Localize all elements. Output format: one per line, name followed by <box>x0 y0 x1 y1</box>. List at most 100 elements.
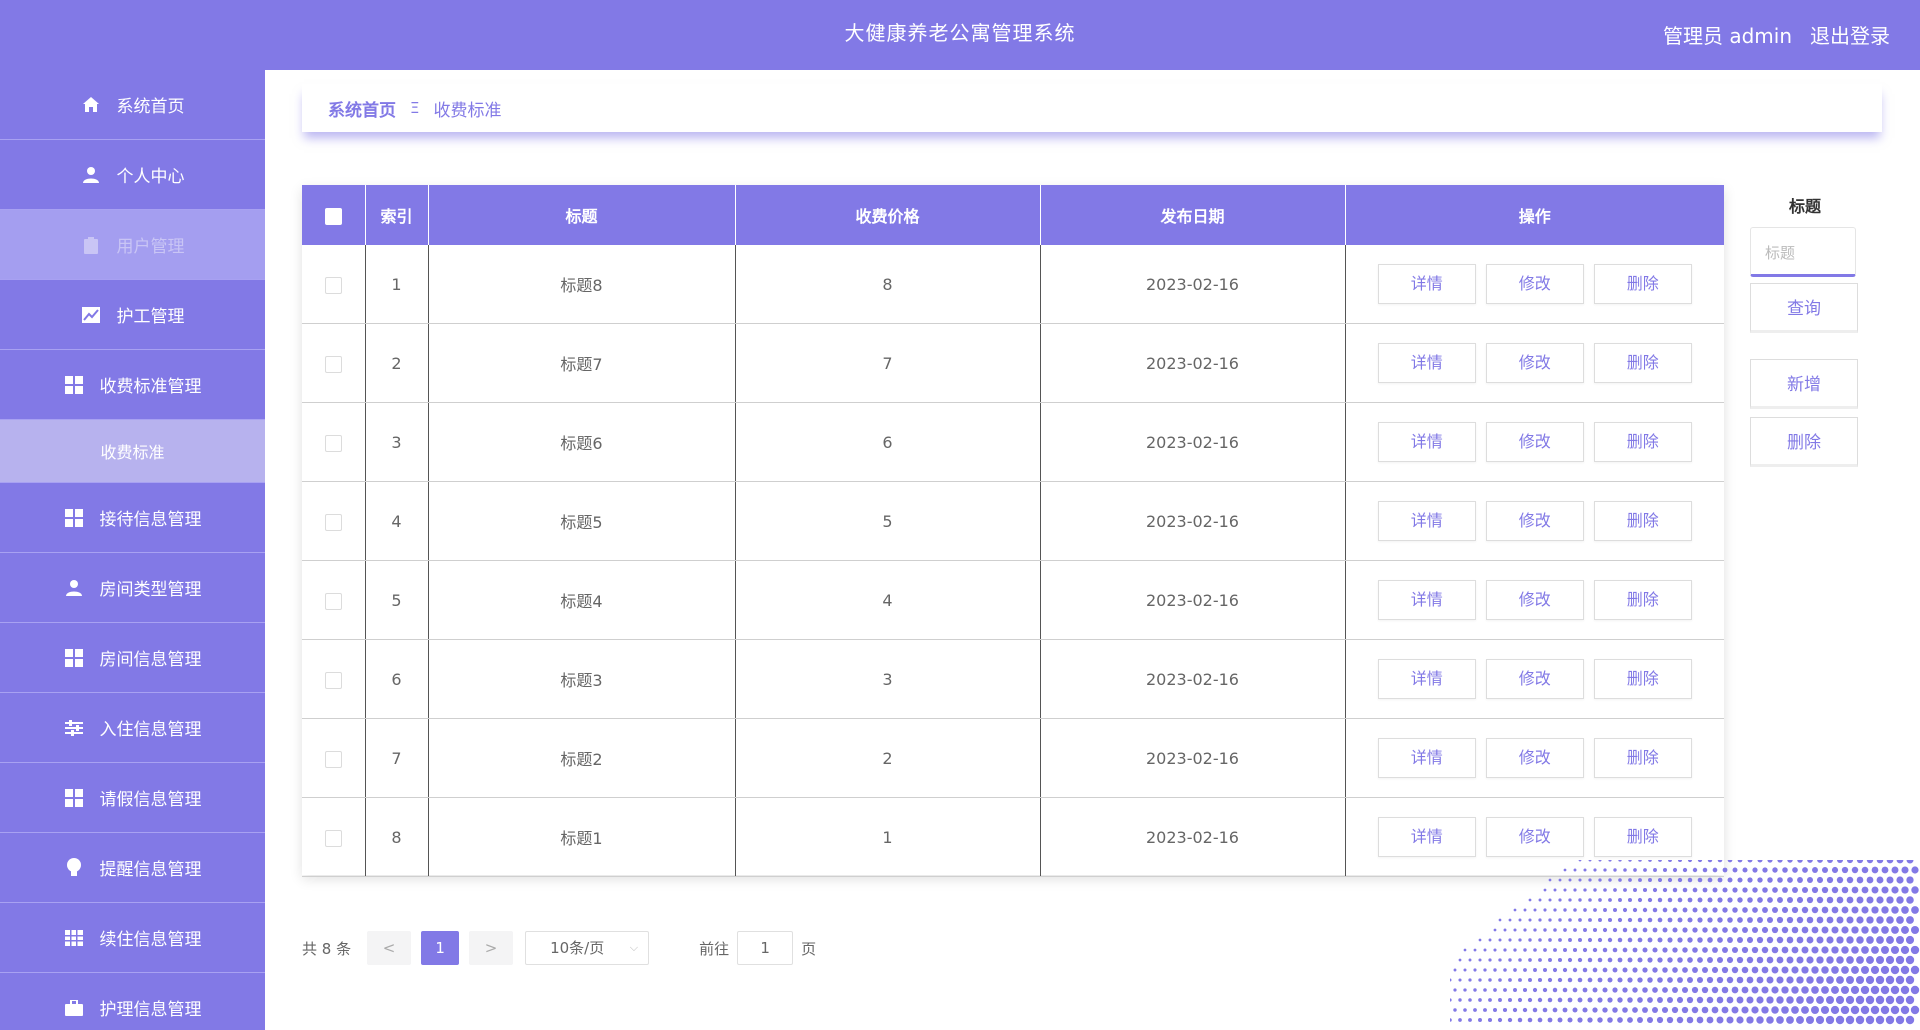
halftone-dot <box>1811 986 1819 994</box>
halftone-dot <box>1727 917 1733 923</box>
sidebar: 系统首页 个人中心 用户管理 护工管理 收费标准管理 收费标准 接待信息管理 房… <box>0 70 265 1030</box>
halftone-dot <box>1672 947 1678 953</box>
sidebar-item-profile[interactable]: 个人中心 <box>0 140 265 210</box>
row-select-cell[interactable] <box>302 245 366 324</box>
halftone-dot <box>1717 937 1723 943</box>
row-checkbox[interactable] <box>324 276 342 294</box>
halftone-dot <box>1577 1017 1583 1023</box>
edit-button[interactable]: 修改 <box>1485 659 1584 699</box>
select-all-cell[interactable] <box>302 185 366 245</box>
detail-button[interactable]: 详情 <box>1377 343 1476 383</box>
edit-button[interactable]: 修改 <box>1485 738 1584 778</box>
detail-button[interactable]: 详情 <box>1377 580 1476 620</box>
edit-button[interactable]: 修改 <box>1485 422 1584 462</box>
halftone-dot <box>1598 918 1602 922</box>
sidebar-item-nursing[interactable]: 护理信息管理 <box>0 973 265 1030</box>
detail-button[interactable]: 详情 <box>1377 264 1476 304</box>
halftone-dot <box>1702 927 1708 933</box>
edit-button[interactable]: 修改 <box>1485 580 1584 620</box>
halftone-dot <box>1453 1008 1457 1012</box>
halftone-dot <box>1612 987 1618 993</box>
title-search-input[interactable]: 标题 <box>1750 227 1856 277</box>
delete-button[interactable]: 删除 <box>1593 817 1692 857</box>
sidebar-subitem-fee-standard[interactable]: 收费标准 <box>0 420 265 483</box>
select-all-checkbox[interactable] <box>324 207 342 225</box>
sidebar-item-fee-management[interactable]: 收费标准管理 <box>0 350 265 420</box>
halftone-dot <box>1860 1005 1870 1015</box>
row-checkbox[interactable] <box>324 829 342 847</box>
sidebar-item-leave[interactable]: 请假信息管理 <box>0 763 265 833</box>
next-page-button[interactable]: > <box>469 931 514 965</box>
sidebar-item-room-types[interactable]: 房间类型管理 <box>0 553 265 623</box>
logout-link[interactable]: 退出登录 <box>1810 20 1890 49</box>
sidebar-item-extend-stay[interactable]: 续住信息管理 <box>0 903 265 973</box>
row-checkbox[interactable] <box>324 671 342 689</box>
prev-page-button[interactable]: < <box>367 931 412 965</box>
sidebar-item-home[interactable]: 系统首页 <box>0 70 265 140</box>
row-checkbox[interactable] <box>324 592 342 610</box>
halftone-dot <box>1473 968 1477 972</box>
page-number-1[interactable]: 1 <box>421 931 460 965</box>
detail-button[interactable]: 详情 <box>1377 817 1476 857</box>
col-header-index: 索引 <box>365 185 429 245</box>
row-select-cell[interactable] <box>302 639 366 719</box>
edit-button[interactable]: 修改 <box>1485 501 1584 541</box>
delete-button[interactable]: 删除 <box>1593 738 1692 778</box>
halftone-dot <box>1741 966 1749 974</box>
cell-title: 标题1 <box>428 797 736 877</box>
add-button[interactable]: 新增 <box>1750 359 1858 409</box>
edit-button[interactable]: 修改 <box>1485 343 1584 383</box>
detail-button[interactable]: 详情 <box>1377 422 1476 462</box>
detail-button[interactable]: 详情 <box>1377 738 1476 778</box>
halftone-dot <box>1513 968 1517 972</box>
halftone-dot <box>1727 860 1733 863</box>
halftone-dot <box>1821 966 1829 974</box>
breadcrumb-home[interactable]: 系统首页 <box>328 96 396 121</box>
edit-button[interactable]: 修改 <box>1485 264 1584 304</box>
query-button[interactable]: 查询 <box>1750 283 1858 333</box>
sidebar-item-reception[interactable]: 接待信息管理 <box>0 483 265 553</box>
row-checkbox[interactable] <box>324 750 342 768</box>
detail-button[interactable]: 详情 <box>1377 659 1476 699</box>
row-select-cell[interactable] <box>302 323 366 403</box>
col-header-price: 收费价格 <box>735 185 1041 245</box>
halftone-dot <box>1488 938 1492 942</box>
halftone-dot <box>1786 896 1794 904</box>
row-select-cell[interactable] <box>302 560 366 640</box>
row-select-cell[interactable] <box>302 481 366 561</box>
halftone-dot <box>1598 878 1602 882</box>
delete-button[interactable]: 删除 <box>1593 422 1692 462</box>
cell-actions: 详情 修改 删除 <box>1345 245 1724 324</box>
delete-button[interactable]: 删除 <box>1593 659 1692 699</box>
grid-icon <box>64 375 84 395</box>
page-size-select[interactable]: 10条/页 ⌵ <box>525 931 650 965</box>
batch-delete-button[interactable]: 删除 <box>1750 417 1858 467</box>
halftone-dot <box>1697 860 1703 863</box>
sidebar-item-users[interactable]: 用户管理 <box>0 210 265 280</box>
delete-button[interactable]: 删除 <box>1593 580 1692 620</box>
halftone-dot <box>1831 906 1839 914</box>
halftone-dot <box>1707 957 1713 963</box>
row-checkbox[interactable] <box>324 355 342 373</box>
halftone-dot <box>1602 947 1608 953</box>
row-checkbox[interactable] <box>324 434 342 452</box>
goto-page-input[interactable]: 1 <box>737 931 794 965</box>
halftone-dot <box>1618 860 1622 862</box>
sidebar-item-caregivers[interactable]: 护工管理 <box>0 280 265 350</box>
edit-button[interactable]: 修改 <box>1485 817 1584 857</box>
sidebar-item-reminders[interactable]: 提醒信息管理 <box>0 833 265 903</box>
delete-button[interactable]: 删除 <box>1593 264 1692 304</box>
row-select-cell[interactable] <box>302 797 366 877</box>
halftone-dot <box>1548 898 1552 902</box>
row-checkbox[interactable] <box>324 513 342 531</box>
halftone-dot <box>1463 968 1467 972</box>
table-row: 1 标题8 8 2023-02-16 详情 修改 删除 <box>302 245 1724 324</box>
row-select-cell[interactable] <box>302 402 366 482</box>
detail-button[interactable]: 详情 <box>1377 501 1476 541</box>
sidebar-item-rooms[interactable]: 房间信息管理 <box>0 623 265 693</box>
row-select-cell[interactable] <box>302 718 366 798</box>
delete-button[interactable]: 删除 <box>1593 343 1692 383</box>
delete-button[interactable]: 删除 <box>1593 501 1692 541</box>
halftone-dot <box>1667 917 1673 923</box>
sidebar-item-checkin[interactable]: 入住信息管理 <box>0 693 265 763</box>
